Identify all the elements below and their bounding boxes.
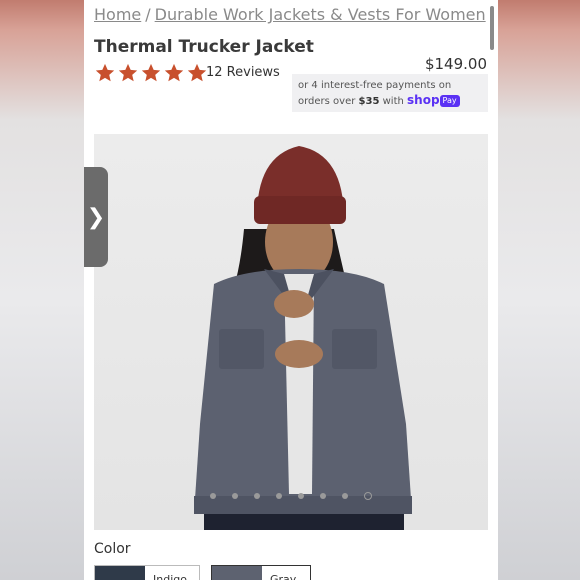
gallery-dot[interactable]	[232, 493, 238, 499]
breadcrumb-home-link[interactable]: Home	[94, 5, 141, 24]
shoppay-installments[interactable]: or 4 interest-free payments on orders ov…	[292, 74, 488, 112]
gallery-dot[interactable]	[254, 493, 260, 499]
gallery-dot[interactable]	[364, 492, 372, 500]
breadcrumb-separator: /	[145, 5, 151, 24]
swatch-chip	[95, 566, 145, 580]
shoppay-line1: or 4 interest-free payments on	[298, 80, 452, 91]
chevron-right-icon: ❯	[86, 204, 106, 230]
star-icon	[95, 63, 115, 82]
gallery-dot[interactable]	[320, 493, 326, 499]
swatch-label: Indigo	[153, 573, 187, 580]
product-page: Home / Durable Work Jackets & Vests For Wo…	[84, 0, 498, 580]
gallery-dot[interactable]	[298, 493, 304, 499]
gallery-dots	[94, 492, 488, 500]
pants	[204, 514, 404, 530]
star-icon	[118, 63, 138, 82]
hands	[274, 290, 314, 318]
gallery-dot[interactable]	[342, 493, 348, 499]
swatch-label: Gray	[270, 573, 297, 580]
shoppay-with: with	[382, 96, 404, 107]
product-photo	[194, 146, 412, 530]
shoppay-pay-badge: Pay	[439, 95, 460, 107]
color-swatch-gray[interactable]: Gray	[211, 565, 311, 580]
breadcrumb-category-link[interactable]: Durable Work Jackets & Vests For Women	[155, 5, 486, 24]
star-icon	[141, 63, 161, 82]
star-icon	[164, 63, 184, 82]
beanie-cuff	[254, 196, 346, 224]
star-icon	[187, 63, 207, 82]
product-image-gallery[interactable]	[94, 134, 488, 530]
reviews-link[interactable]: 12 Reviews	[206, 65, 280, 80]
breadcrumb: Home / Durable Work Jackets & Vests For Wo…	[94, 5, 486, 24]
shoppay-line2: orders over $35 with shop Pay	[298, 93, 482, 109]
shoppay-amount: $35	[358, 96, 380, 107]
swatch-chip	[212, 566, 262, 580]
color-swatch-indigo[interactable]: Indigo	[94, 565, 200, 580]
shoppay-prefix: orders over	[298, 96, 356, 107]
left-background	[0, 0, 84, 580]
product-price: $149.00	[424, 55, 487, 73]
gallery-dot[interactable]	[210, 493, 216, 499]
product-title: Thermal Trucker Jacket	[94, 37, 314, 57]
scrollbar[interactable]	[490, 6, 494, 50]
rating-stars[interactable]	[94, 62, 208, 84]
right-background	[498, 0, 580, 580]
gallery-dot[interactable]	[276, 493, 282, 499]
side-tab-expand-button[interactable]: ❯	[84, 167, 108, 267]
shoppay-logo: shop	[407, 93, 440, 107]
color-label: Color	[94, 541, 131, 557]
